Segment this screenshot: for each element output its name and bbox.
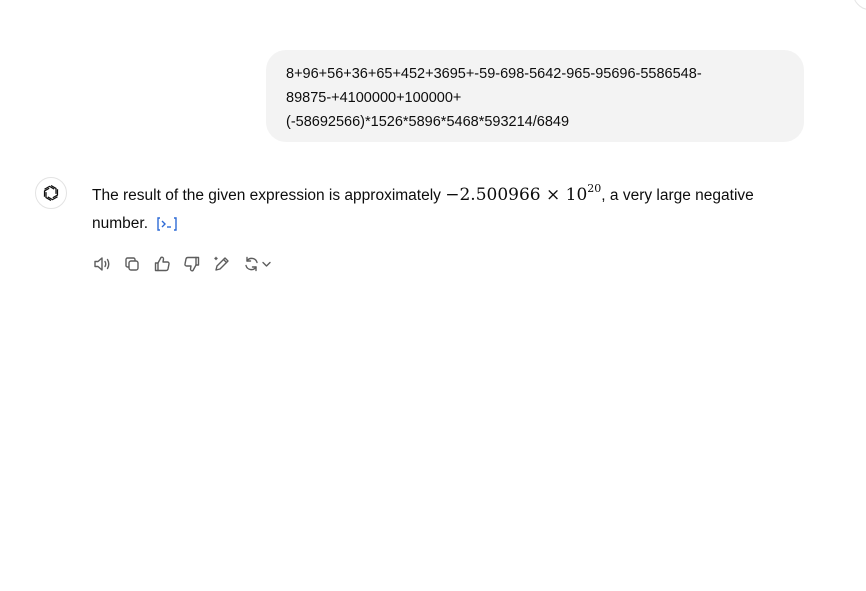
copy-icon bbox=[125, 257, 139, 271]
assistant-message: The result of the given expression is ap… bbox=[92, 181, 772, 238]
edit-pencil-icon bbox=[214, 256, 229, 271]
view-analysis-link[interactable] bbox=[156, 216, 178, 232]
math-expression: −2.500966 × 1020 bbox=[445, 182, 602, 205]
assistant-avatar bbox=[35, 177, 67, 209]
message-actions bbox=[92, 254, 274, 274]
openai-logo-icon bbox=[43, 184, 59, 202]
user-message-bubble: 8+96+56+36+65+452+3695+-59-698-5642-965-… bbox=[266, 50, 804, 142]
good-response-button[interactable] bbox=[152, 254, 172, 274]
edit-canvas-button[interactable] bbox=[212, 254, 232, 274]
math-mantissa: −2.500966 × 10 bbox=[445, 185, 588, 205]
thumbs-down-icon bbox=[184, 256, 200, 272]
math-exponent: 20 bbox=[587, 182, 602, 196]
answer-text-before: The result of the given expression is ap… bbox=[92, 187, 446, 204]
user-message-line: 89875-+4100000+100000+ bbox=[286, 90, 462, 106]
user-message-line: (-58692566)*1526*5896*5468*593214/6849 bbox=[286, 114, 570, 130]
copy-button[interactable] bbox=[122, 254, 142, 274]
speaker-icon bbox=[94, 257, 110, 271]
bad-response-button[interactable] bbox=[182, 254, 202, 274]
thumbs-up-icon bbox=[154, 256, 170, 272]
regenerate-icon bbox=[245, 256, 271, 272]
regenerate-button[interactable] bbox=[242, 254, 274, 274]
chat-page: 8+96+56+36+65+452+3695+-59-698-5642-965-… bbox=[0, 0, 866, 591]
chevron-down-icon bbox=[262, 261, 271, 267]
code-terminal-icon bbox=[157, 217, 178, 231]
read-aloud-button[interactable] bbox=[92, 254, 112, 274]
user-message-line: 8+96+56+36+65+452+3695+-59-698-5642-965-… bbox=[286, 66, 702, 82]
corner-avatar-edge bbox=[852, 0, 866, 10]
